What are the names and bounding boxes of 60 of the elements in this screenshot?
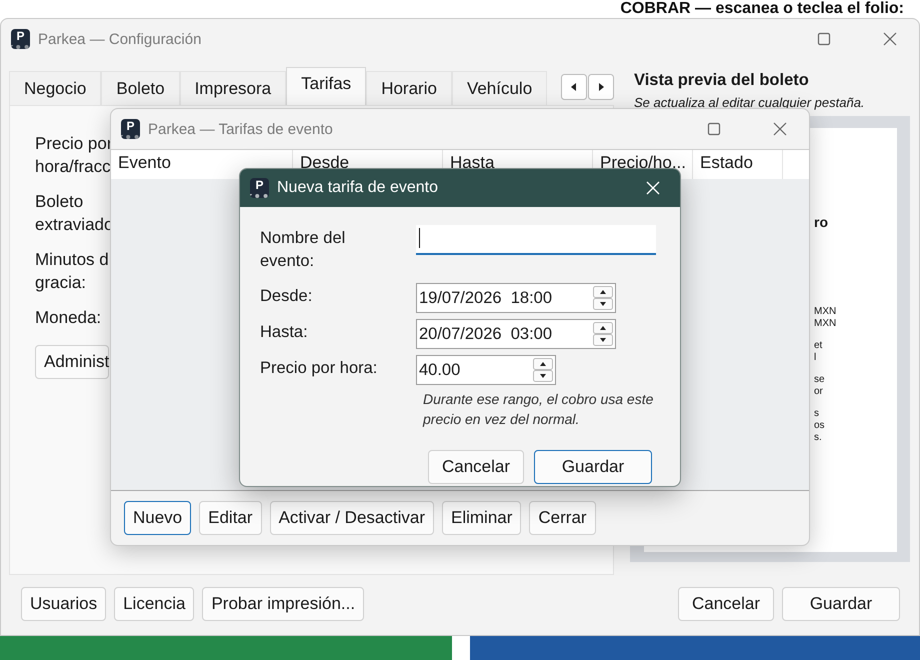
close-icon[interactable] xyxy=(883,32,897,46)
dialog-title: Nueva tarifa de evento xyxy=(277,179,438,197)
field-label: Desde: xyxy=(260,286,314,307)
ticket-text: or xyxy=(814,386,823,398)
input-field[interactable] xyxy=(416,225,656,255)
spin-field[interactable]: 19/07/2026 18:00 xyxy=(416,283,616,313)
dialog-button[interactable]: Guardar xyxy=(534,450,652,484)
footer-button[interactable]: Usuarios xyxy=(21,587,106,621)
app-icon: P xyxy=(121,119,140,139)
footer-button[interactable]: Probar impresión... xyxy=(202,587,364,621)
ticket-text: MXN xyxy=(814,306,836,318)
spinner-icon[interactable] xyxy=(533,358,553,382)
dialog-button[interactable]: Cancelar xyxy=(428,450,524,484)
window-title: Parkea — Configuración xyxy=(38,30,202,48)
spinner-icon[interactable] xyxy=(593,286,613,310)
maximize-icon[interactable] xyxy=(817,32,831,46)
app-icon: P xyxy=(250,178,269,198)
action-button[interactable]: Editar xyxy=(199,501,262,535)
action-button[interactable]: Eliminar xyxy=(442,501,522,535)
footer-button[interactable]: Guardar xyxy=(782,587,900,621)
scroll-right-icon[interactable] xyxy=(588,74,614,100)
ticket-text: s. xyxy=(814,432,822,444)
banner-text: COBRAR — escanea o teclea el folio: xyxy=(620,0,904,18)
field-label: Moneda: xyxy=(35,307,102,329)
tab[interactable]: Boleto xyxy=(101,71,180,105)
field-label: Boleto extraviado xyxy=(35,191,114,236)
scroll-left-icon[interactable] xyxy=(561,74,588,100)
tab[interactable]: Negocio xyxy=(9,71,102,105)
ticket-text: et xyxy=(814,340,822,352)
tab[interactable]: Impresora xyxy=(180,71,286,105)
window-title: Parkea — Tarifas de evento xyxy=(148,120,333,138)
ticket-text: l xyxy=(814,352,816,364)
field-label: Nombre del evento: xyxy=(260,228,346,272)
field-label: Precio por hora/fracc xyxy=(35,133,114,178)
field-label: Precio por hora: xyxy=(260,358,378,379)
ticket-text: os xyxy=(814,420,825,432)
preview-subtitle: Se actualiza al editar cualquier pestaña. xyxy=(634,95,866,110)
preview-title: Vista previa del boleto xyxy=(634,71,810,90)
action-button[interactable]: Nuevo xyxy=(124,501,192,535)
close-icon[interactable] xyxy=(773,122,787,136)
spin-field[interactable]: 40.00 xyxy=(416,355,556,385)
footer-button[interactable]: Cancelar xyxy=(678,587,774,621)
app-icon: P xyxy=(11,29,30,49)
field-label: Hasta: xyxy=(260,322,309,343)
admin-button[interactable]: Administ xyxy=(35,345,109,379)
tab[interactable]: Horario xyxy=(366,71,452,105)
ticket-text: s xyxy=(814,408,819,420)
spinner-icon[interactable] xyxy=(593,322,613,346)
footer-button[interactable]: Licencia xyxy=(114,587,194,621)
hint-text: Durante ese rango, el cobro usa este precio en vez del normal. xyxy=(423,390,654,429)
ticket-text: MXN xyxy=(814,318,836,330)
field-label: Minutos d gracia: xyxy=(35,249,110,294)
action-button[interactable]: Activar / Desactivar xyxy=(270,501,434,535)
ticket-text: ro xyxy=(814,214,828,230)
tab[interactable]: Vehículo xyxy=(452,71,548,105)
tab[interactable]: Tarifas xyxy=(286,67,366,105)
spin-field[interactable]: 20/07/2026 03:00 xyxy=(416,319,616,349)
action-button[interactable]: Cerrar xyxy=(529,501,596,535)
maximize-icon[interactable] xyxy=(707,122,721,136)
ticket-text: se xyxy=(814,374,825,386)
